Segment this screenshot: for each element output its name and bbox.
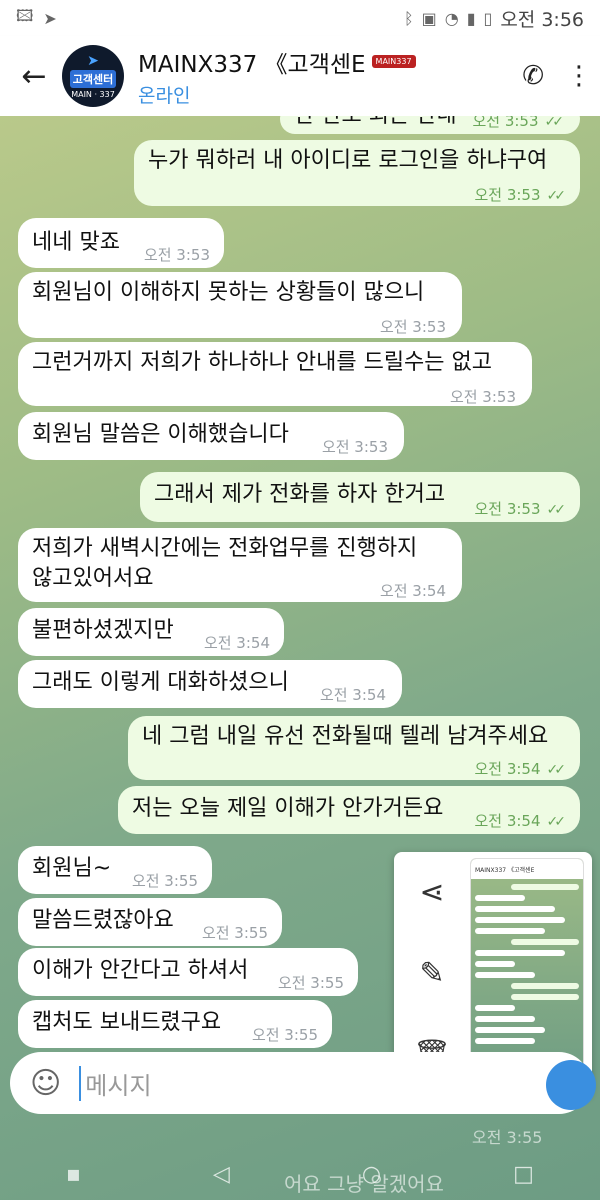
thumb-line bbox=[475, 906, 555, 912]
bluetooth-icon: ᛒ bbox=[404, 8, 414, 28]
thumb-line bbox=[511, 884, 579, 890]
message-time: 오전 3:53 bbox=[449, 388, 516, 406]
message-incoming[interactable]: 회원님~ 오전 3:55 bbox=[18, 846, 212, 894]
system-nav-bar: ▪ ◁ ○ □ bbox=[0, 1148, 600, 1200]
message-text: 그런거까지 저희가 하나하나 안내를 드릴수는 없고 bbox=[32, 350, 493, 375]
read-check-icon: ✓✓ bbox=[546, 814, 567, 830]
message-time: 오전 3:53 ✓✓ bbox=[474, 500, 567, 518]
avatar[interactable]: ➤ 고객센터 MAIN · 337 bbox=[62, 45, 124, 107]
message-time: 오전 3:55 bbox=[201, 924, 268, 942]
message-outgoing[interactable]: 그래서 제가 전화를 하자 한거고 오전 3:53 ✓✓ bbox=[140, 472, 580, 522]
message-outgoing[interactable]: 안 한도 되는 안내 오전 3:53✓✓ bbox=[280, 116, 580, 134]
chat-title: MAINX337 《고객센E MAIN337 bbox=[138, 45, 416, 79]
status-time: 오전 3:56 bbox=[500, 8, 584, 31]
thumb-line bbox=[475, 1005, 515, 1011]
online-status: 온라인 bbox=[138, 84, 191, 107]
overview-nav-icon[interactable]: □ bbox=[513, 1162, 534, 1187]
read-check-icon: ✓✓ bbox=[546, 502, 567, 518]
more-vert-icon[interactable]: ⋮ bbox=[566, 61, 592, 91]
image-icon: 🖾 bbox=[16, 5, 34, 25]
message-time: 오전 3:54 ✓✓ bbox=[474, 812, 567, 830]
message-outgoing[interactable]: 저는 오늘 제일 이해가 안가거든요 오전 3:54 ✓✓ bbox=[118, 786, 580, 834]
read-check-icon: ✓✓ bbox=[544, 116, 565, 130]
faded-time: 오전 3:55 bbox=[472, 1128, 543, 1147]
thumb-line bbox=[475, 961, 515, 967]
message-incoming[interactable]: 네네 맞죠 오전 3:53 bbox=[18, 218, 224, 268]
message-time: 오전 3:55 bbox=[277, 974, 344, 992]
battery-icon: ▯ bbox=[483, 8, 493, 28]
message-time: 오전 3:54 bbox=[319, 686, 386, 704]
nfc-icon: ▣ bbox=[421, 8, 437, 28]
message-time: 오전 3:54 bbox=[379, 582, 446, 600]
message-text: 저희가 새벽시간에는 전화업무를 진행하지 않고있어서요 bbox=[32, 536, 418, 591]
chat-title-box[interactable]: MAINX337 《고객센E MAIN337 온라인 bbox=[138, 45, 416, 108]
message-incoming[interactable]: 불편하셨겠지만 오전 3:54 bbox=[18, 608, 284, 656]
read-check-icon: ✓✓ bbox=[546, 762, 567, 778]
wifi-icon: ◔ bbox=[444, 8, 459, 28]
back-nav-icon[interactable]: ◁ bbox=[213, 1162, 230, 1187]
thumb-line bbox=[475, 917, 565, 923]
avatar-line2: MAIN · 337 bbox=[71, 89, 115, 99]
message-text: 네 그럼 내일 유선 전화될때 텔레 남겨주세요 bbox=[142, 724, 549, 749]
message-time: 오전 3:55 bbox=[131, 872, 198, 890]
thumb-header: MAINX337 《고객센E bbox=[471, 859, 583, 879]
thumb-line bbox=[511, 994, 579, 1000]
read-check-icon: ✓✓ bbox=[546, 188, 567, 204]
message-time: 오전 3:54 ✓✓ bbox=[474, 760, 567, 778]
message-incoming[interactable]: 말씀드렸잖아요 오전 3:55 bbox=[18, 898, 282, 946]
chat-title-text: MAINX337 《고객센E bbox=[138, 51, 366, 78]
message-time: 오전 3:53 bbox=[379, 318, 446, 336]
thumb-line bbox=[475, 972, 535, 978]
thumb-line bbox=[475, 928, 545, 934]
title-badge: MAIN337 bbox=[371, 55, 416, 68]
thumb-line bbox=[475, 950, 565, 956]
telegram-icon: ➤ bbox=[43, 8, 57, 28]
message-text: 회원님이 이해하지 못하는 상황들이 많으니 bbox=[32, 280, 425, 305]
message-incoming[interactable]: 저희가 새벽시간에는 전화업무를 진행하지 않고있어서요 오전 3:54 bbox=[18, 528, 462, 602]
recent-apps-icon[interactable]: ▪ bbox=[66, 1162, 81, 1187]
emoji-icon[interactable]: ☺ bbox=[30, 1066, 61, 1101]
status-bar: 🖾 ➤ ᛒ ▣ ◔ ▮ ▯ 오전 3:56 bbox=[0, 0, 600, 36]
edit-icon[interactable]: ✎ bbox=[419, 956, 444, 991]
thumb-line bbox=[475, 1016, 535, 1022]
share-icon[interactable]: ⋖ bbox=[419, 875, 444, 910]
message-incoming[interactable]: 그래도 이렇게 대화하셨으니 오전 3:54 bbox=[18, 660, 402, 708]
message-time: 오전 3:55 bbox=[251, 1026, 318, 1044]
message-time: 오전 3:53 ✓✓ bbox=[472, 116, 565, 130]
chat-header: ← ➤ 고객센터 MAIN · 337 MAINX337 《고객센E MAIN3… bbox=[0, 36, 600, 116]
message-time: 오전 3:53 bbox=[321, 438, 388, 456]
message-input-bar: ☺ 메시지 bbox=[10, 1052, 596, 1114]
signal-icon: ▮ bbox=[466, 8, 476, 28]
message-time: 오전 3:54 bbox=[203, 634, 270, 652]
message-time: 오전 3:53 ✓✓ bbox=[474, 186, 567, 204]
message-incoming[interactable]: 회원님이 이해하지 못하는 상황들이 많으니 오전 3:53 bbox=[18, 272, 462, 338]
thumb-line bbox=[511, 983, 579, 989]
message-incoming[interactable]: 회원님 말씀은 이해했습니다 오전 3:53 bbox=[18, 412, 404, 460]
message-time: 오전 3:53 bbox=[143, 246, 210, 264]
telegram-logo-icon: ➤ bbox=[87, 52, 99, 69]
avatar-line1: 고객센터 bbox=[69, 69, 117, 88]
message-incoming[interactable]: 그런거까지 저희가 하나하나 안내를 드릴수는 없고 오전 3:53 bbox=[18, 342, 532, 406]
message-outgoing[interactable]: 누가 뭐하러 내 아이디로 로그인을 하냐구여 오전 3:53 ✓✓ bbox=[134, 140, 580, 206]
thumb-line bbox=[475, 1038, 535, 1044]
send-button[interactable] bbox=[546, 1060, 596, 1110]
back-arrow-icon[interactable]: ← bbox=[14, 59, 54, 94]
message-incoming[interactable]: 이해가 안간다고 하셔서 오전 3:55 bbox=[18, 948, 358, 996]
thumb-line bbox=[511, 939, 579, 945]
phone-icon[interactable]: ✆ bbox=[522, 61, 544, 91]
message-text: 누가 뭐하러 내 아이디로 로그인을 하냐구여 bbox=[148, 148, 548, 173]
message-outgoing[interactable]: 네 그럼 내일 유선 전화될때 텔레 남겨주세요 오전 3:54 ✓✓ bbox=[128, 716, 580, 780]
message-incoming[interactable]: 캡처도 보내드렸구요 오전 3:55 bbox=[18, 1000, 332, 1048]
message-input[interactable]: 메시지 bbox=[79, 1065, 152, 1101]
thumb-line bbox=[475, 895, 525, 901]
home-nav-icon[interactable]: ○ bbox=[362, 1162, 381, 1187]
thumb-line bbox=[475, 1027, 545, 1033]
